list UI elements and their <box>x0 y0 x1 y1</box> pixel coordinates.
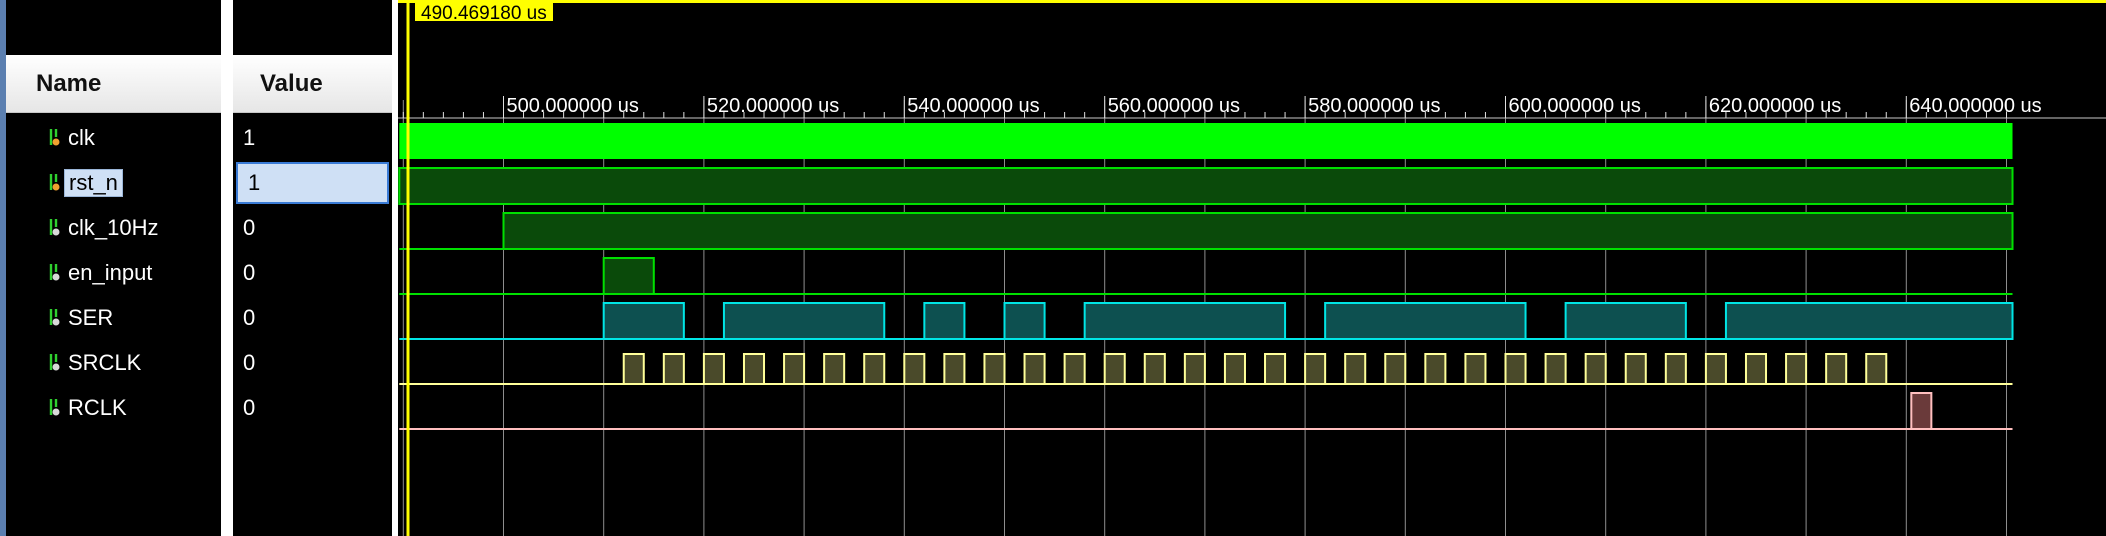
signal-value: 0 <box>243 260 256 285</box>
ruler-tick-label: 500.000000 us <box>506 95 638 117</box>
en_input-high-segment <box>602 257 655 295</box>
output-port-icon <box>48 217 62 239</box>
srclk-pulse <box>1744 353 1768 385</box>
waveform-canvas[interactable]: 500.000000 us 520.000000 us 540.000000 us 5… <box>398 0 2106 536</box>
ruler-tick-label: 580.000000 us <box>1308 95 1440 117</box>
srclk-pulse <box>823 353 846 385</box>
signal-name-row[interactable]: en_input <box>6 253 221 293</box>
srclk-pulse <box>1704 353 1727 385</box>
SER-high-segment <box>1324 302 1527 340</box>
srclk-pulse <box>983 353 1006 385</box>
srclk-pulse <box>702 353 725 385</box>
SER-high-segment <box>1564 302 1687 340</box>
srclk-pulse <box>1544 353 1567 385</box>
clk-waveform <box>399 123 2013 159</box>
ruler-tick-label: 540.000000 us <box>907 95 1039 117</box>
signal-value: 0 <box>243 395 256 420</box>
signal-name-row[interactable]: RCLK <box>6 388 221 428</box>
SER-high-segment <box>1003 302 1046 340</box>
srclk-pulse <box>863 353 886 385</box>
srclk-pulse <box>1865 353 1888 385</box>
srclk-pulse <box>783 353 806 385</box>
srclk-pulse <box>742 353 766 385</box>
srclk-pulse <box>1223 353 1246 385</box>
srclk-pulse <box>622 353 645 385</box>
signal-name-row[interactable]: SRCLK <box>6 343 221 383</box>
cursor-time-label[interactable]: 490.469180 us <box>415 3 553 21</box>
srclk-pulse <box>1063 353 1086 385</box>
srclk-pulse <box>1344 353 1367 385</box>
SER-high-segment <box>1724 302 2014 340</box>
signal-name-label: rst_n <box>64 169 123 197</box>
pane-splitter[interactable] <box>221 0 233 536</box>
srclk-pulse <box>1424 353 1447 385</box>
name-column-header[interactable]: Name <box>6 55 221 113</box>
output-port-icon <box>48 397 62 419</box>
SER-high-segment <box>1083 302 1287 340</box>
signal-value: 1 <box>243 125 256 150</box>
ruler-tick-label: 560.000000 us <box>1108 95 1240 117</box>
rst_n-high-segment <box>398 167 2014 205</box>
signal-name-row[interactable]: rst_n <box>6 163 221 203</box>
SER-high-segment <box>923 302 966 340</box>
srclk-pulse <box>1304 353 1327 385</box>
srclk-pulse <box>1183 353 1206 385</box>
ruler-tick-label: 520.000000 us <box>707 95 839 117</box>
srclk-pulse <box>1785 353 1808 385</box>
signal-value: 1 <box>236 162 389 204</box>
signal-name-label: clk_10Hz <box>68 215 159 240</box>
signal-name-row[interactable]: clk_10Hz <box>6 208 221 248</box>
signal-name-label: clk <box>68 125 95 150</box>
value-column-header[interactable]: Value <box>233 55 392 113</box>
output-port-icon <box>48 352 62 374</box>
input-port-icon <box>48 172 62 194</box>
srclk-pulse <box>1143 353 1166 385</box>
output-port-icon <box>48 307 62 329</box>
signal-value: 0 <box>243 350 256 375</box>
signal-value: 0 <box>243 305 256 330</box>
srclk-pulse <box>1103 353 1126 385</box>
clk_10Hz-high-segment <box>502 212 2014 250</box>
srclk-pulse <box>1504 353 1527 385</box>
input-port-icon <box>48 127 62 149</box>
signal-name-label: SRCLK <box>68 350 142 375</box>
srclk-pulse <box>1825 353 1848 385</box>
srclk-pulse <box>1023 353 1046 385</box>
output-port-icon <box>48 262 62 284</box>
signal-value: 0 <box>243 215 256 240</box>
signal-name-label: SER <box>68 305 114 330</box>
RCLK-high-segment <box>1910 392 1933 430</box>
srclk-pulse <box>662 353 685 385</box>
srclk-pulse <box>1664 353 1687 385</box>
signal-name-row[interactable]: SER <box>6 298 221 338</box>
ruler-tick-label: 640.000000 us <box>1909 95 2041 117</box>
srclk-pulse <box>1264 353 1287 385</box>
ruler-tick-label: 620.000000 us <box>1709 95 1841 117</box>
srclk-pulse <box>1584 353 1607 385</box>
srclk-pulse <box>903 353 926 385</box>
signal-name-label: en_input <box>68 260 153 285</box>
srclk-pulse <box>1464 353 1487 385</box>
signal-name-row[interactable]: clk <box>6 118 221 158</box>
srclk-pulse <box>1384 353 1407 385</box>
waveform-top-border <box>398 0 2106 3</box>
SER-high-segment <box>602 302 685 340</box>
ruler-tick-label: 600.000000 us <box>1508 95 1640 117</box>
SER-high-segment <box>722 302 886 340</box>
signal-name-label: RCLK <box>68 395 127 420</box>
srclk-pulse <box>1624 353 1647 385</box>
srclk-pulse <box>943 353 966 385</box>
